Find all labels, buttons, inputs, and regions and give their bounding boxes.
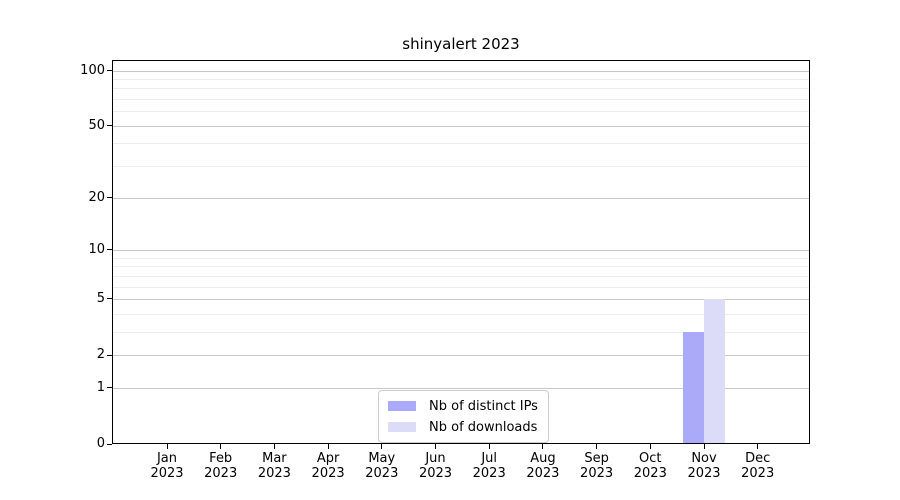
x-tick-mark [650, 444, 651, 449]
x-tick-mark [596, 444, 597, 449]
x-tick-label: Dec2023 [728, 451, 788, 481]
x-tick-label: Jun2023 [406, 451, 466, 481]
y-tick-mark [107, 387, 112, 388]
chart-title: shinyalert 2023 [112, 35, 810, 53]
bar-distinct-ips [683, 332, 704, 443]
y-tick-mark [107, 125, 112, 126]
x-tick-mark [328, 444, 329, 449]
x-tick-label: Feb2023 [191, 451, 251, 481]
x-tick-label: Mar2023 [244, 451, 304, 481]
y-tick-label: 5 [37, 291, 105, 307]
legend: Nb of distinct IPs Nb of downloads [378, 390, 549, 443]
y-tick-mark [107, 298, 112, 299]
x-tick-label: Nov2023 [674, 451, 734, 481]
x-tick-mark [489, 444, 490, 449]
plot-area: Nb of distinct IPs Nb of downloads [112, 60, 810, 444]
y-tick-label: 100 [37, 63, 105, 79]
x-tick-label: Jan2023 [137, 451, 197, 481]
x-tick-mark [167, 444, 168, 449]
legend-item-distinct-ips: Nb of distinct IPs [388, 397, 538, 415]
x-tick-mark [435, 444, 436, 449]
y-tick-label: 50 [37, 118, 105, 134]
bars-layer [113, 61, 809, 443]
legend-label-downloads: Nb of downloads [429, 420, 537, 435]
x-tick-label: Aug2023 [513, 451, 573, 481]
y-tick-mark [107, 444, 112, 445]
legend-item-downloads: Nb of downloads [388, 418, 538, 436]
x-tick-mark [757, 444, 758, 449]
y-tick-label: 2 [37, 347, 105, 363]
y-tick-mark [107, 355, 112, 356]
x-tick-label: Jul2023 [459, 451, 519, 481]
legend-swatch-downloads [388, 422, 416, 432]
x-tick-mark [542, 444, 543, 449]
x-tick-label: Apr2023 [298, 451, 358, 481]
y-tick-label: 0 [37, 436, 105, 452]
x-tick-mark [381, 444, 382, 449]
legend-swatch-distinct-ips [388, 401, 416, 411]
y-tick-label: 1 [37, 380, 105, 396]
legend-label-distinct-ips: Nb of distinct IPs [429, 399, 538, 414]
x-tick-mark [220, 444, 221, 449]
y-tick-mark [107, 249, 112, 250]
y-tick-mark [107, 70, 112, 71]
x-tick-label: May2023 [352, 451, 412, 481]
y-tick-label: 20 [37, 190, 105, 206]
x-tick-label: Oct2023 [620, 451, 680, 481]
x-tick-mark [704, 444, 705, 449]
y-tick-mark [107, 197, 112, 198]
y-tick-label: 10 [37, 242, 105, 258]
chart-figure: shinyalert 2023 Nb of distinct IPs Nb of… [0, 0, 900, 500]
x-tick-mark [274, 444, 275, 449]
bar-downloads [704, 299, 725, 443]
x-tick-label: Sep2023 [567, 451, 627, 481]
